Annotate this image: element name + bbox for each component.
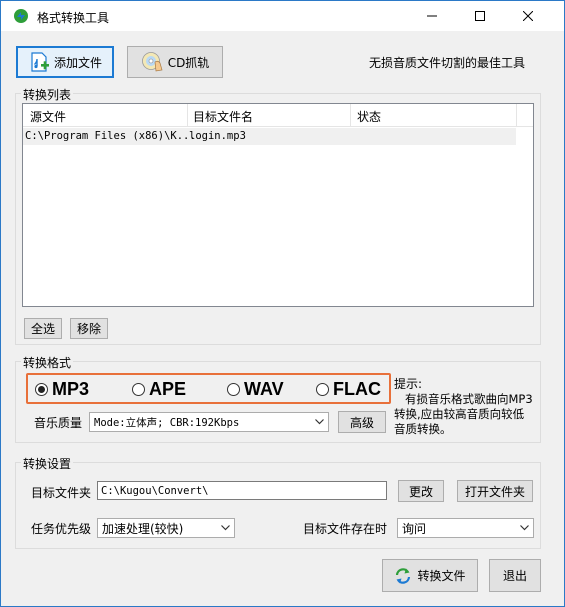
priority-select[interactable]: 加速处理(较快): [97, 518, 235, 538]
hint-line-1: 有损音乐格式歌曲向MP3: [405, 392, 533, 406]
format-option-wav[interactable]: WAV: [227, 379, 284, 400]
column-header-status-label: 状态: [357, 110, 382, 124]
hint-line-2: 转换,应由较高音质向较低: [394, 407, 525, 421]
open-folder-label: 打开文件夹: [464, 484, 525, 499]
quality-value: Mode:立体声; CBR:192Kbps: [94, 416, 240, 429]
priority-label: 任务优先级: [31, 522, 92, 536]
close-icon: [523, 11, 533, 21]
hint-title: 提示:: [394, 377, 423, 391]
title-bar: 格式转换工具: [1, 1, 564, 31]
chevron-down-icon: [520, 525, 529, 531]
quality-label: 音乐质量: [34, 416, 83, 430]
add-file-button[interactable]: 添加文件: [16, 46, 114, 78]
conversion-list-title: 转换列表: [21, 86, 74, 103]
change-folder-button[interactable]: 更改: [398, 480, 444, 502]
advanced-label: 高级: [349, 415, 374, 430]
flac-radio[interactable]: [316, 383, 329, 396]
slogan-text: 无损音质文件切割的最佳工具: [369, 56, 526, 70]
row-source-cell: C:\Program Files (x86)\K...: [25, 130, 196, 142]
format-group-title: 转换格式: [21, 354, 74, 371]
flac-label: FLAC: [333, 379, 381, 399]
cd-rip-button[interactable]: CD抓轨: [127, 46, 223, 78]
target-folder-input[interactable]: C:\Kugou\Convert\: [97, 481, 387, 500]
settings-group-title: 转换设置: [21, 455, 74, 472]
window-title: 格式转换工具: [37, 11, 110, 25]
priority-value: 加速处理(较快): [102, 521, 184, 536]
cd-disc-icon: [141, 52, 163, 72]
radio-selected-dot: [38, 386, 45, 393]
mp3-radio[interactable]: [35, 383, 48, 396]
app-window: 格式转换工具 添加文件 CD抓轨 无损音质文件切割的最佳工具 转换列表 源文件 …: [0, 0, 565, 607]
column-header-target[interactable]: 目标文件名: [188, 104, 351, 127]
column-header-source[interactable]: 源文件: [23, 104, 188, 127]
convert-button[interactable]: 转换文件: [382, 559, 478, 592]
change-folder-label: 更改: [408, 484, 433, 499]
close-button[interactable]: [505, 1, 551, 31]
mp3-label: MP3: [52, 379, 90, 399]
app-logo-icon: [14, 9, 28, 23]
list-header: 源文件 目标文件名 状态: [23, 104, 533, 127]
exit-label: 退出: [502, 569, 527, 583]
format-option-ape[interactable]: APE: [132, 379, 186, 400]
add-file-label: 添加文件: [53, 55, 102, 70]
chevron-down-icon: [315, 419, 324, 425]
select-all-button[interactable]: 全选: [24, 318, 62, 339]
table-row[interactable]: C:\Program Files (x86)\K... login.mp3: [23, 128, 516, 145]
remove-button[interactable]: 移除: [70, 318, 108, 339]
exists-select[interactable]: 询问: [397, 518, 534, 538]
exists-label: 目标文件存在时: [303, 522, 388, 536]
convert-icon: [396, 567, 411, 584]
wav-label: WAV: [244, 379, 284, 399]
format-option-flac[interactable]: FLAC: [316, 379, 381, 400]
select-all-label: 全选: [30, 322, 55, 336]
maximize-icon: [475, 11, 485, 21]
column-header-source-label: 源文件: [30, 110, 67, 124]
minimize-icon: [427, 15, 437, 17]
convert-label: 转换文件: [417, 569, 466, 583]
column-header-status[interactable]: 状态: [351, 104, 517, 127]
target-folder-label: 目标文件夹: [31, 486, 92, 500]
wav-radio[interactable]: [227, 383, 240, 396]
open-folder-button[interactable]: 打开文件夹: [457, 480, 533, 502]
hint-line-3: 音质转换。: [394, 422, 452, 436]
target-folder-value: C:\Kugou\Convert\: [101, 484, 209, 497]
exit-button[interactable]: 退出: [489, 559, 541, 592]
quality-select[interactable]: Mode:立体声; CBR:192Kbps: [89, 412, 329, 432]
advanced-button[interactable]: 高级: [338, 411, 386, 433]
file-list-view[interactable]: 源文件 目标文件名 状态 C:\Program Files (x86)\K...…: [22, 103, 534, 307]
ape-radio[interactable]: [132, 383, 145, 396]
add-file-icon: [31, 52, 49, 72]
format-option-mp3[interactable]: MP3: [35, 379, 89, 400]
cd-rip-label: CD抓轨: [167, 55, 210, 70]
exists-value: 询问: [402, 521, 427, 536]
maximize-button[interactable]: [457, 1, 503, 31]
ape-label: APE: [149, 379, 187, 399]
row-target-cell: login.mp3: [189, 130, 246, 142]
chevron-down-icon: [221, 525, 230, 531]
minimize-button[interactable]: [409, 1, 455, 31]
remove-label: 移除: [76, 322, 101, 336]
column-header-target-label: 目标文件名: [193, 110, 254, 124]
